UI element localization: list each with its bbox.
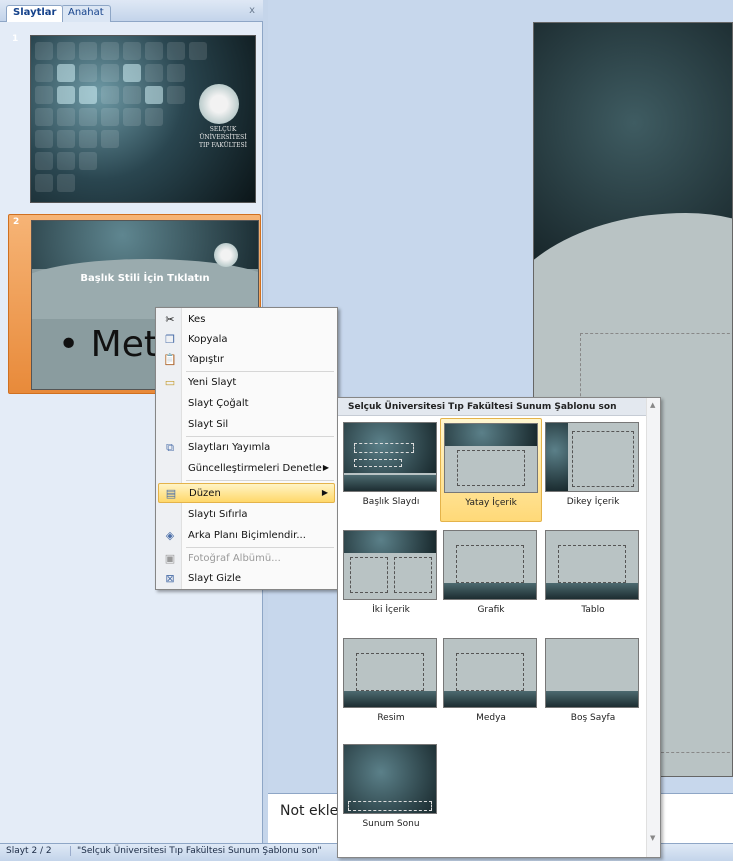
submenu-arrow-icon: ▶ <box>321 488 328 497</box>
layout-closing-slide[interactable]: Sunum Sonu <box>340 740 442 844</box>
layout-title-slide[interactable]: Başlık Slaydı <box>340 418 442 522</box>
menu-item-paste[interactable]: 📋 Yapıştır <box>158 350 335 370</box>
tab-slides[interactable]: Slaytlar <box>6 5 64 22</box>
theme-name: "Selçuk Üniversitesi Tıp Fakültesi Sunum… <box>70 846 322 856</box>
layout-chart[interactable]: Grafik <box>440 526 542 630</box>
layout-media[interactable]: Medya <box>440 634 542 738</box>
format-background-icon: ◈ <box>165 529 175 542</box>
layout-blank[interactable]: Boş Sayfa <box>542 634 644 738</box>
slide-thumbnail-1[interactable]: 1 SELÇUK ÜNİVERSİTESİ TIP FAKÜLTESİ <box>8 32 261 206</box>
slide-number: 2 <box>13 217 20 227</box>
scroll-down-icon[interactable]: ▼ <box>650 834 655 842</box>
gallery-scrollbar[interactable]: ▲ ▼ <box>646 398 660 857</box>
university-seal-icon <box>199 84 239 124</box>
menu-item-duplicate-slide[interactable]: Slayt Çoğalt <box>158 394 335 414</box>
menu-item-hide-slide[interactable]: ⊠ Slayt Gizle <box>158 569 335 589</box>
layout-gallery: Selçuk Üniversitesi Tıp Fakültesi Sunum … <box>337 397 661 858</box>
layout-two-content[interactable]: İki İçerik <box>340 526 442 630</box>
hide-slide-icon: ⊠ <box>165 572 175 585</box>
slide-preview: SELÇUK ÜNİVERSİTESİ TIP FAKÜLTESİ <box>30 35 256 203</box>
submenu-arrow-icon: ▶ <box>322 463 329 472</box>
menu-item-new-slide[interactable]: ▭ Yeni Slayt <box>158 373 335 393</box>
menu-item-photo-album: ▣ Fotoğraf Albümü... <box>164 552 281 565</box>
layout-table[interactable]: Tablo <box>542 526 644 630</box>
context-menu: ✂ Kes ❐ Kopyala 📋 Yapıştır ▭ Yeni Slayt … <box>155 307 338 590</box>
photo-album-icon: ▣ <box>164 552 176 565</box>
gallery-title: Selçuk Üniversitesi Tıp Fakültesi Sunum … <box>348 402 617 412</box>
tab-outline[interactable]: Anahat <box>61 5 111 22</box>
layout-picture[interactable]: Resim <box>340 634 442 738</box>
menu-item-layout[interactable]: ▤ Düzen ▶ <box>158 483 335 503</box>
layout-icon: ▤ <box>165 487 177 500</box>
pane-tabs: Slaytlar Anahat x <box>0 0 263 22</box>
publish-icon: ⧉ <box>166 441 174 454</box>
slide-number: 1 <box>12 34 19 44</box>
menu-item-cut[interactable]: ✂ Kes <box>158 310 335 330</box>
menu-item-publish-slides[interactable]: ⧉ Slaytları Yayımla <box>158 438 335 458</box>
copy-icon: ❐ <box>165 333 175 346</box>
menu-item-check-updates[interactable]: Güncelleştirmeleri Denetle ▶ <box>158 459 335 479</box>
university-seal-icon <box>214 243 238 267</box>
menu-item-reset-slide[interactable]: Slaytı Sıfırla <box>158 505 335 525</box>
layout-vertical-content[interactable]: Dikey İçerik <box>542 418 644 522</box>
close-icon[interactable]: x <box>249 5 255 16</box>
slide-caption: SELÇUK ÜNİVERSİTESİ TIP FAKÜLTESİ <box>199 126 247 149</box>
notes-placeholder[interactable]: Not ekler <box>280 803 344 819</box>
menu-item-copy[interactable]: ❐ Kopyala <box>158 330 335 350</box>
slide-counter: Slayt 2 / 2 <box>6 846 52 856</box>
menu-item-format-background[interactable]: ◈ Arka Planı Biçimlendir... <box>158 526 335 546</box>
slide-title: Başlık Stili İçin Tıklatın <box>80 273 210 284</box>
menu-item-delete-slide[interactable]: Slayt Sil <box>158 415 335 435</box>
new-slide-icon: ▭ <box>164 376 176 389</box>
scroll-up-icon[interactable]: ▲ <box>650 401 655 409</box>
layout-title-and-content[interactable]: Yatay İçerik <box>440 418 542 522</box>
scissors-icon: ✂ <box>165 313 175 326</box>
gallery-header: Selçuk Üniversitesi Tıp Fakültesi Sunum … <box>338 398 660 416</box>
paste-icon: 📋 <box>163 353 177 366</box>
